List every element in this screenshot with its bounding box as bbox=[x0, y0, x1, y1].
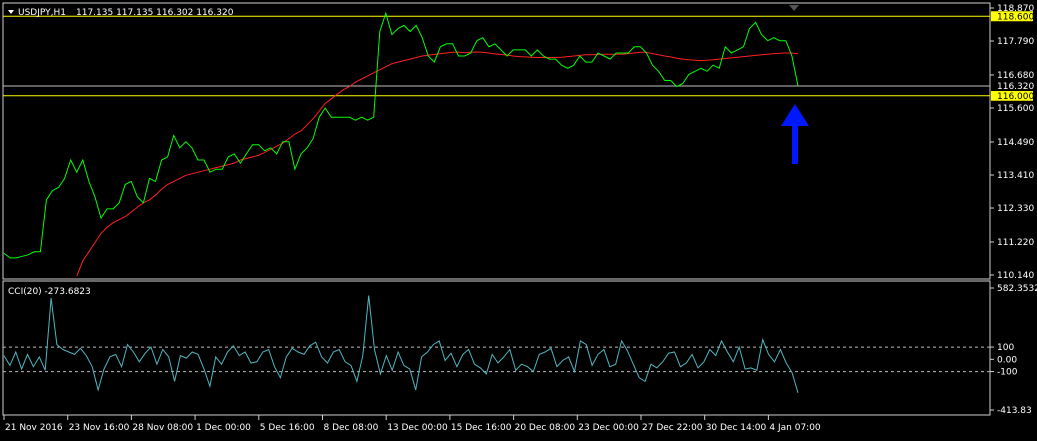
price-tick-label: 110.140 bbox=[997, 271, 1034, 281]
time-tick-label: 28 Nov 08:00 bbox=[132, 423, 193, 433]
price-tick-label: 116.680 bbox=[997, 71, 1034, 81]
time-tick-label: 4 Jan 07:00 bbox=[769, 423, 821, 433]
time-tick-label: 27 Dec 22:00 bbox=[642, 423, 703, 433]
price-tick-label: 114.490 bbox=[997, 138, 1034, 148]
cci-tick-label: -413.83 bbox=[997, 406, 1032, 416]
chart-canvas: 118.870117.790116.680115.600114.490113.4… bbox=[0, 0, 1037, 441]
time-tick-label: 23 Nov 16:00 bbox=[69, 423, 130, 433]
price-tick-label: 113.410 bbox=[997, 171, 1034, 181]
price-axis: 118.870117.790116.680115.600114.490113.4… bbox=[990, 4, 1034, 281]
symbol-label: USDJPY,H1 bbox=[18, 8, 66, 18]
chart-background bbox=[0, 0, 1037, 441]
ohlc-values: 117.135 117.135 116.302 116.320 bbox=[76, 8, 234, 18]
level-label: 116.000 bbox=[997, 92, 1034, 102]
cci-tick-label: 0.00 bbox=[997, 355, 1017, 365]
arrow-shaft bbox=[792, 120, 798, 164]
current-price-label: 116.320 bbox=[997, 82, 1034, 92]
cci-tick-label: 582.3532 bbox=[997, 284, 1037, 294]
time-tick-label: 23 Dec 00:00 bbox=[578, 423, 639, 433]
price-tick-label: 111.220 bbox=[997, 238, 1034, 248]
price-tick-label: 115.600 bbox=[997, 104, 1034, 114]
time-tick-label: 8 Dec 08:00 bbox=[324, 423, 379, 433]
price-tick-label: 117.790 bbox=[997, 37, 1034, 47]
chart-header: USDJPY,H1 117.135 117.135 116.302 116.32… bbox=[8, 8, 234, 18]
cci-tick-label: 100 bbox=[997, 343, 1014, 353]
time-tick-label: 20 Dec 08:00 bbox=[515, 423, 576, 433]
cci-label: CCI(20) -273.6823 bbox=[8, 287, 91, 297]
time-tick-label: 13 Dec 00:00 bbox=[387, 423, 448, 433]
time-tick-label: 1 Dec 00:00 bbox=[196, 423, 251, 433]
cci-tick-label: -100 bbox=[997, 368, 1018, 378]
time-tick-label: 15 Dec 16:00 bbox=[451, 423, 512, 433]
price-tick-label: 112.330 bbox=[997, 204, 1034, 214]
level-label: 118.600 bbox=[997, 12, 1034, 22]
time-tick-label: 30 Dec 14:00 bbox=[706, 423, 767, 433]
time-tick-label: 21 Nov 2016 bbox=[5, 423, 63, 433]
time-tick-label: 5 Dec 16:00 bbox=[260, 423, 315, 433]
